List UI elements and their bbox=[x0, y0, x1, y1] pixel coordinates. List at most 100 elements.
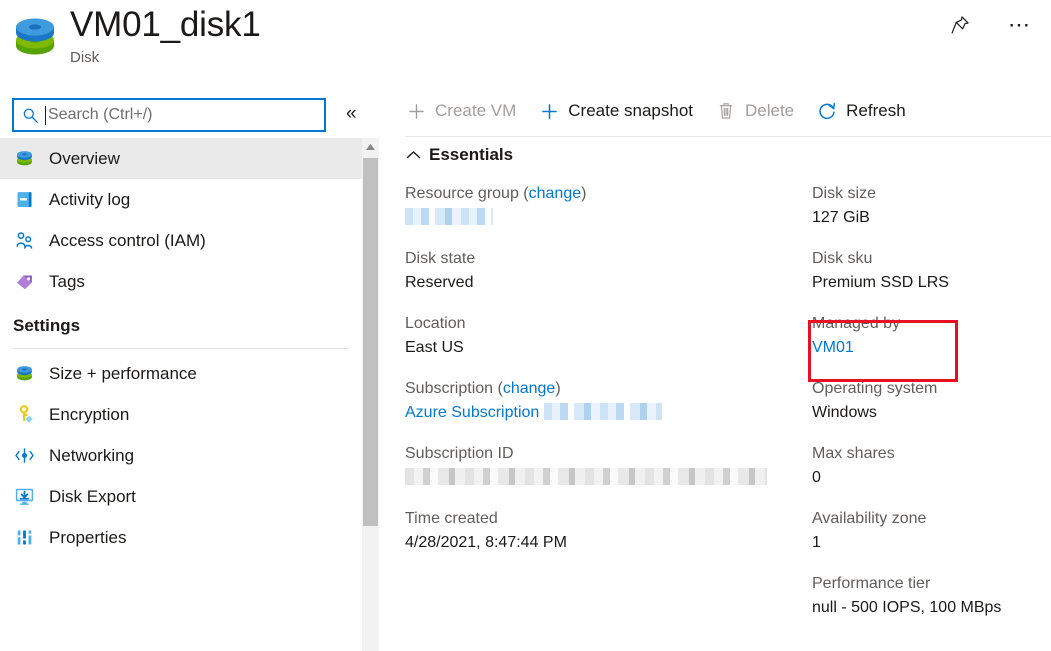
field-resource-group: Resource group (change) bbox=[405, 182, 805, 230]
field-value: Azure Subscription bbox=[405, 401, 805, 425]
toolbar-divider bbox=[405, 136, 1051, 137]
ellipsis-icon[interactable]: ⋯ bbox=[1003, 8, 1037, 42]
field-subscription-id: Subscription ID bbox=[405, 442, 805, 490]
disk-icon bbox=[13, 363, 35, 385]
create-vm-label: Create VM bbox=[435, 100, 516, 122]
field-value bbox=[405, 206, 805, 230]
sidebar-item-label: Disk Export bbox=[49, 486, 136, 508]
field-value: 1 bbox=[812, 531, 1051, 555]
sidebar-divider bbox=[13, 348, 349, 349]
double-chevron-left-icon[interactable]: « bbox=[346, 104, 357, 124]
sidebar-item-label: Encryption bbox=[49, 404, 129, 426]
sidebar-item-encryption[interactable]: Encryption bbox=[0, 394, 362, 435]
pin-icon[interactable] bbox=[943, 8, 977, 42]
field-value: Windows bbox=[812, 401, 1051, 425]
essentials-section-header[interactable]: Essentials bbox=[405, 144, 513, 166]
essentials-left-column: Resource group (change) Disk state Reser… bbox=[405, 182, 805, 572]
sidebar-item-properties[interactable]: Properties bbox=[0, 517, 362, 558]
create-snapshot-button[interactable]: Create snapshot bbox=[538, 93, 693, 129]
sidebar-nav-list: Overview Activity log bbox=[0, 138, 362, 558]
field-max-shares: Max shares 0 bbox=[812, 442, 1051, 490]
search-input[interactable]: Search (Ctrl+/) bbox=[12, 98, 326, 132]
subscription-link[interactable]: Azure Subscription bbox=[405, 404, 539, 421]
sidebar-item-activity-log[interactable]: Activity log bbox=[0, 179, 362, 220]
field-disk-size: Disk size 127 GiB bbox=[812, 182, 1051, 230]
main-content: Create VM Create snapshot bbox=[380, 86, 1051, 651]
field-disk-state: Disk state Reserved bbox=[405, 247, 805, 295]
plus-icon bbox=[538, 100, 560, 122]
field-label-text: Subscription bbox=[405, 380, 493, 397]
field-availability-zone: Availability zone 1 bbox=[812, 507, 1051, 555]
field-label: Operating system bbox=[812, 377, 1051, 401]
field-label: Location bbox=[405, 312, 805, 336]
field-label: Subscription (change) bbox=[405, 377, 805, 401]
tag-icon bbox=[13, 271, 35, 293]
field-label: Resource group (change) bbox=[405, 182, 805, 206]
field-label-text: Resource group bbox=[405, 185, 519, 202]
people-icon bbox=[13, 230, 35, 252]
sidebar-group-title-settings: Settings bbox=[0, 302, 362, 342]
export-icon bbox=[13, 486, 35, 508]
title-block: VM01_disk1 Disk bbox=[70, 0, 261, 68]
change-link[interactable]: change bbox=[503, 380, 556, 397]
field-value: 4/28/2021, 8:47:44 PM bbox=[405, 531, 805, 555]
refresh-label: Refresh bbox=[846, 100, 906, 122]
key-icon bbox=[13, 404, 35, 426]
azure-portal-disk-overview: VM01_disk1 Disk ⋯ bbox=[0, 0, 1051, 651]
field-location: Location East US bbox=[405, 312, 805, 360]
field-managed-by: Managed by VM01 bbox=[812, 312, 1051, 360]
sidebar-item-size-performance[interactable]: Size + performance bbox=[0, 353, 362, 394]
sidebar-item-overview[interactable]: Overview bbox=[0, 138, 362, 179]
command-toolbar: Create VM Create snapshot bbox=[380, 86, 1051, 136]
text-caret bbox=[45, 106, 46, 125]
sidebar-item-label: Networking bbox=[49, 445, 134, 467]
field-value: Premium SSD LRS bbox=[812, 271, 1051, 295]
activity-log-icon bbox=[13, 189, 35, 211]
change-link[interactable]: change bbox=[529, 185, 582, 202]
field-label: Performance tier bbox=[812, 572, 1051, 596]
sidebar-item-label: Activity log bbox=[49, 189, 130, 211]
sidebar-item-label: Size + performance bbox=[49, 363, 197, 385]
sidebar-item-label: Properties bbox=[49, 527, 126, 549]
field-time-created: Time created 4/28/2021, 8:47:44 PM bbox=[405, 507, 805, 555]
field-subscription: Subscription (change) Azure Subscription bbox=[405, 377, 805, 425]
search-placeholder: Search (Ctrl+/) bbox=[48, 105, 152, 125]
scrollbar-thumb[interactable] bbox=[363, 158, 378, 526]
field-value: 0 bbox=[812, 466, 1051, 490]
field-label: Disk state bbox=[405, 247, 805, 271]
create-vm-button[interactable]: Create VM bbox=[405, 93, 516, 129]
plus-icon bbox=[405, 100, 427, 122]
managed-by-link[interactable]: VM01 bbox=[812, 336, 1051, 360]
field-value bbox=[405, 466, 805, 490]
scroll-up-arrow-icon[interactable] bbox=[362, 138, 379, 155]
sidebar-scrollbar[interactable] bbox=[362, 138, 379, 651]
sidebar-item-disk-export[interactable]: Disk Export bbox=[0, 476, 362, 517]
properties-icon bbox=[13, 527, 35, 549]
field-value: Reserved bbox=[405, 271, 805, 295]
refresh-icon bbox=[816, 100, 838, 122]
essentials-title: Essentials bbox=[429, 144, 513, 166]
field-label: Disk sku bbox=[812, 247, 1051, 271]
field-operating-system: Operating system Windows bbox=[812, 377, 1051, 425]
essentials-right-column: Disk size 127 GiB Disk sku Premium SSD L… bbox=[812, 182, 1051, 637]
redacted-value bbox=[405, 468, 767, 485]
page-title: VM01_disk1 bbox=[70, 4, 261, 46]
delete-label: Delete bbox=[745, 100, 794, 122]
delete-button[interactable]: Delete bbox=[715, 93, 794, 129]
sidebar-item-tags[interactable]: Tags bbox=[0, 261, 362, 302]
refresh-button[interactable]: Refresh bbox=[816, 93, 906, 129]
sidebar-scroll-area: Overview Activity log bbox=[0, 138, 380, 651]
search-icon bbox=[22, 107, 39, 124]
sidebar-item-label: Tags bbox=[49, 271, 85, 293]
disk-icon bbox=[13, 148, 35, 170]
redacted-value bbox=[405, 208, 493, 225]
sidebar-item-networking[interactable]: Networking bbox=[0, 435, 362, 476]
redacted-value bbox=[544, 403, 662, 420]
field-value: 127 GiB bbox=[812, 206, 1051, 230]
sidebar-item-label: Overview bbox=[49, 148, 120, 170]
field-value: East US bbox=[405, 336, 805, 360]
sidebar-item-label: Access control (IAM) bbox=[49, 230, 206, 252]
resource-type-label: Disk bbox=[70, 48, 261, 68]
sidebar-item-access-control[interactable]: Access control (IAM) bbox=[0, 220, 362, 261]
disk-icon bbox=[8, 10, 62, 64]
